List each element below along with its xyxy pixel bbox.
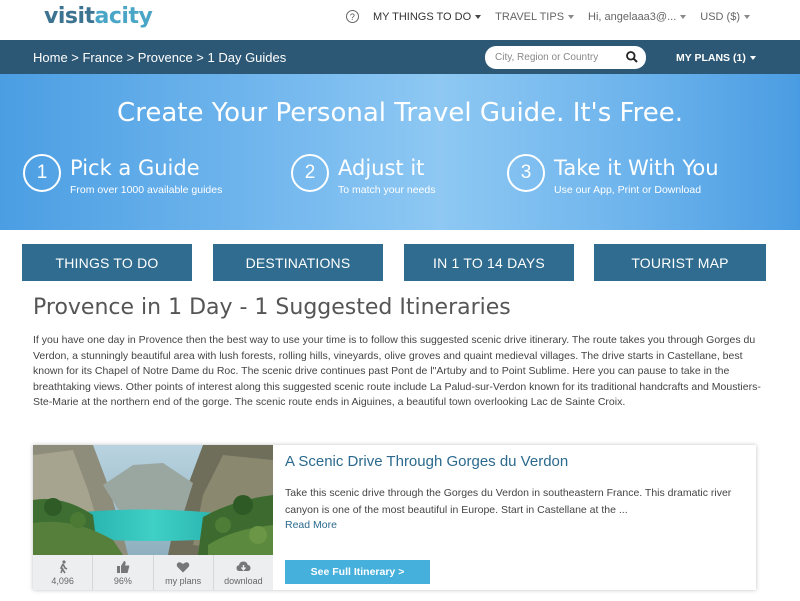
caret-down-icon (680, 14, 687, 19)
caret-down-icon (568, 14, 575, 19)
page-description: If you have one day in Provence then the… (33, 334, 761, 409)
step-number: 2 (291, 154, 329, 192)
itinerary-blurb: Take this scenic drive through the Gorge… (285, 487, 732, 516)
travel-tips-label: TRAVEL TIPS (495, 10, 565, 23)
caret-down-icon (744, 14, 750, 19)
itinerary-stats: 4,096 96% my plans download (33, 555, 273, 590)
read-more-link[interactable]: Read More (285, 519, 337, 531)
breadcrumb[interactable]: Home > France > Provence > 1 Day Guides (33, 50, 286, 65)
currency-label: USD ($) (700, 10, 740, 23)
views-count: 4,096 (51, 575, 74, 586)
caret-down-icon (749, 56, 756, 60)
itinerary-card: 4,096 96% my plans download A Scenic Dri… (33, 445, 756, 590)
top-header: visitacity ? MY THINGS TO DO TRAVEL TIPS… (0, 0, 800, 40)
hiker-icon (59, 559, 67, 573)
heart-icon (176, 561, 190, 572)
cloud-download-icon (236, 561, 251, 571)
likes-percent: 96% (113, 575, 132, 586)
see-full-itinerary-button[interactable]: See Full Itinerary > (285, 560, 430, 584)
search-input[interactable] (495, 49, 620, 66)
likes-stat[interactable]: 96% (93, 555, 154, 590)
search-icon[interactable] (625, 50, 639, 64)
user-label: Hi, angelaaa3@... (588, 10, 677, 23)
itinerary-photo[interactable] (33, 445, 273, 555)
download-stat[interactable]: download (214, 555, 273, 590)
destinations-button[interactable]: DESTINATIONS (213, 244, 383, 281)
my-plans-stat[interactable]: my plans (154, 555, 214, 590)
site-logo[interactable]: visitacity (44, 4, 153, 29)
step-number: 3 (507, 154, 545, 192)
my-plans-menu[interactable]: MY PLANS (1) (676, 52, 756, 64)
views-stat: 4,096 (33, 555, 94, 590)
step-number: 1 (23, 154, 61, 192)
my-things-to-do-menu[interactable]: MY THINGS TO DO (372, 10, 482, 23)
caret-down-icon (475, 14, 482, 19)
itinerary-title[interactable]: A Scenic Drive Through Gorges du Verdon (285, 453, 568, 470)
step-subtitle: Use our App, Print or Download (554, 184, 702, 196)
my-things-to-do-label: MY THINGS TO DO (372, 10, 472, 23)
step-title: Pick a Guide (70, 156, 200, 180)
thumbs-up-icon (116, 560, 130, 573)
my-plans-label: MY PLANS (1) (676, 52, 746, 64)
tourist-map-button[interactable]: TOURIST MAP (594, 244, 766, 281)
help-icon[interactable]: ? (345, 10, 359, 23)
my-plans-text: my plans (165, 575, 202, 586)
step-subtitle: From over 1000 available guides (70, 184, 223, 196)
step-title: Adjust it (338, 156, 425, 180)
logo-text-1: visit (44, 4, 95, 29)
in-1-to-14-days-button[interactable]: IN 1 TO 14 DAYS (404, 244, 574, 281)
top-nav: ? MY THINGS TO DO TRAVEL TIPS Hi, angela… (345, 10, 750, 23)
download-text: download (224, 575, 263, 586)
step-subtitle: To match your needs (338, 184, 436, 196)
hero-title: Create Your Personal Travel Guide. It's … (117, 98, 683, 128)
user-menu[interactable]: Hi, angelaaa3@... (588, 10, 687, 23)
step-title: Take it With You (554, 156, 719, 180)
travel-tips-menu[interactable]: TRAVEL TIPS (495, 10, 575, 23)
logo-text-2: acity (94, 4, 153, 29)
hero-banner: Create Your Personal Travel Guide. It's … (0, 74, 800, 230)
search-box (485, 46, 646, 69)
page-title: Provence in 1 Day - 1 Suggested Itinerar… (33, 295, 511, 320)
things-to-do-button[interactable]: THINGS TO DO (22, 244, 192, 281)
currency-menu[interactable]: USD ($) (700, 11, 750, 23)
